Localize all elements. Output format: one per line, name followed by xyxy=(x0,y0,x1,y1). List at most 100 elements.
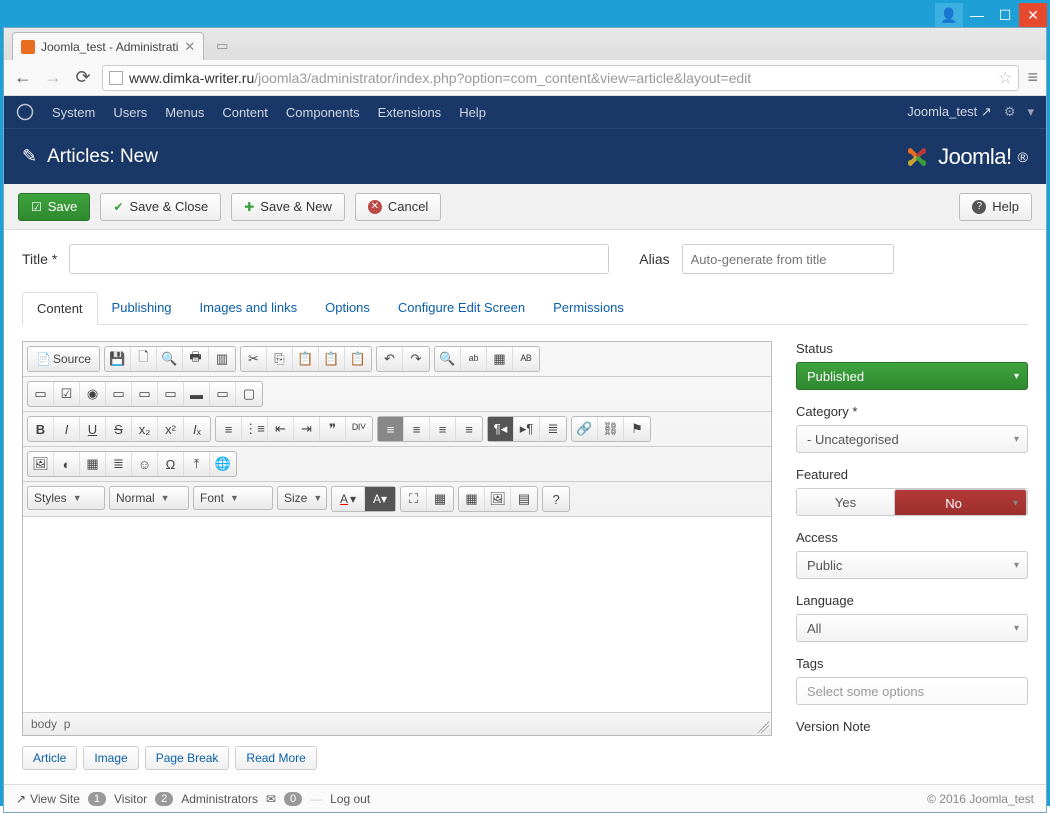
tab-configure-edit[interactable]: Configure Edit Screen xyxy=(384,292,539,324)
editor-replace-icon[interactable]: ᵃᵇ xyxy=(461,347,487,371)
editor-blockquote-icon[interactable]: ❞ xyxy=(320,417,346,441)
editor-flash-icon[interactable]: ◐ xyxy=(54,452,80,476)
editor-rtl-icon[interactable]: ▸¶ xyxy=(514,417,540,441)
editor-button-icon[interactable]: ▬ xyxy=(184,382,210,406)
insert-pagebreak-button[interactable]: Page Break xyxy=(145,746,230,770)
category-select[interactable]: - Uncategorised xyxy=(796,425,1028,453)
editor-cut-icon[interactable]: ✂ xyxy=(241,347,267,371)
editor-paste-text-icon[interactable]: 📋 xyxy=(319,347,345,371)
access-select[interactable]: Public xyxy=(796,551,1028,579)
editor-align-right-icon[interactable]: ≡ xyxy=(430,417,456,441)
tab-content[interactable]: Content xyxy=(22,292,98,325)
editor-select-icon[interactable]: ▭ xyxy=(158,382,184,406)
save-button[interactable]: ☑Save xyxy=(18,193,90,221)
logout-link[interactable]: Log out xyxy=(330,792,370,806)
editor-smiley-icon[interactable]: ☺ xyxy=(132,452,158,476)
tab-images-links[interactable]: Images and links xyxy=(186,292,312,324)
menu-help[interactable]: Help xyxy=(459,105,486,120)
reload-button[interactable]: ⟳ xyxy=(72,67,94,88)
featured-yes[interactable]: Yes xyxy=(797,489,894,515)
editor-align-left-icon[interactable]: ≡ xyxy=(378,417,404,441)
editor-resize-handle[interactable] xyxy=(757,721,769,733)
insert-readmore-button[interactable]: Read More xyxy=(235,746,316,770)
editor-paste-word-icon[interactable]: 📋 xyxy=(345,347,371,371)
editor-hr-icon[interactable]: ≣ xyxy=(106,452,132,476)
view-site-link[interactable]: ↗ View Site xyxy=(16,792,80,806)
menu-system[interactable]: System xyxy=(52,105,95,120)
menu-users[interactable]: Users xyxy=(113,105,147,120)
editor-link-icon[interactable]: 🔗 xyxy=(572,417,598,441)
bookmark-icon[interactable]: ☆ xyxy=(998,68,1012,88)
window-maximize-button[interactable]: ☐ xyxy=(991,3,1019,27)
editor-find-icon[interactable]: 🔍 xyxy=(435,347,461,371)
back-button[interactable]: ← xyxy=(12,67,34,88)
editor-format-select[interactable]: Normal▼ xyxy=(109,486,189,510)
window-user-button[interactable]: 👤 xyxy=(935,3,963,27)
editor-language-icon[interactable]: ≣ xyxy=(540,417,566,441)
tab-publishing[interactable]: Publishing xyxy=(98,292,186,324)
editor-align-center-icon[interactable]: ≡ xyxy=(404,417,430,441)
editor-pagebreak-icon[interactable]: ⤒ xyxy=(184,452,210,476)
menu-content[interactable]: Content xyxy=(222,105,268,120)
editor-content-area[interactable] xyxy=(23,517,771,713)
cancel-button[interactable]: ✕Cancel xyxy=(355,193,441,221)
help-button[interactable]: ?Help xyxy=(959,193,1032,221)
editor-about-icon[interactable]: ? xyxy=(543,487,569,511)
editor-removeformat-icon[interactable]: Iₓ xyxy=(184,417,210,441)
editor-numberlist-icon[interactable]: ≡ xyxy=(216,417,242,441)
title-input[interactable] xyxy=(69,244,609,274)
save-new-button[interactable]: ✚Save & New xyxy=(231,193,345,221)
alias-input[interactable] xyxy=(682,244,894,274)
editor-radio-icon[interactable]: ◉ xyxy=(80,382,106,406)
editor-size-select[interactable]: Size▼ xyxy=(277,486,327,510)
browser-tab[interactable]: Joomla_test - Administrati ✕ xyxy=(12,32,204,60)
editor-iframe-icon[interactable]: 🌐 xyxy=(210,452,236,476)
editor-bulletlist-icon[interactable]: ⋮≡ xyxy=(242,417,268,441)
editor-outdent-icon[interactable]: ⇤ xyxy=(268,417,294,441)
editor-source-button[interactable]: 📄 Source xyxy=(28,347,99,371)
window-minimize-button[interactable]: — xyxy=(963,3,991,27)
editor-italic-icon[interactable]: I xyxy=(54,417,80,441)
editor-textcolor-icon[interactable]: A▾ xyxy=(332,487,365,511)
window-close-button[interactable]: ✕ xyxy=(1019,3,1047,27)
editor-ext1-icon[interactable]: ▦ xyxy=(459,487,485,511)
tags-input[interactable]: Select some options xyxy=(796,677,1028,705)
editor-copy-icon[interactable]: ⎘ xyxy=(267,347,293,371)
editor-redo-icon[interactable]: ↷ xyxy=(403,347,429,371)
new-tab-button[interactable]: ▭ xyxy=(210,36,234,56)
featured-no[interactable]: No xyxy=(894,489,1027,516)
editor-path[interactable]: body p xyxy=(31,717,70,731)
editor-anchor-icon[interactable]: ⚑ xyxy=(624,417,650,441)
url-input[interactable]: www.dimka-writer.ru/joomla3/administrato… xyxy=(102,65,1019,91)
editor-save-icon[interactable]: 💾 xyxy=(105,347,131,371)
editor-ltr-icon[interactable]: ¶◂ xyxy=(488,417,514,441)
menu-components[interactable]: Components xyxy=(286,105,360,120)
editor-styles-select[interactable]: Styles▼ xyxy=(27,486,105,510)
editor-paste-icon[interactable]: 📋 xyxy=(293,347,319,371)
editor-imagebutton-icon[interactable]: ▭ xyxy=(210,382,236,406)
editor-align-justify-icon[interactable]: ≡ xyxy=(456,417,482,441)
editor-textarea-icon[interactable]: ▭ xyxy=(132,382,158,406)
editor-preview-icon[interactable]: 🔍 xyxy=(157,347,183,371)
editor-newpage-icon[interactable]: 🗋 xyxy=(131,347,157,371)
editor-templates-icon[interactable]: ▥ xyxy=(209,347,235,371)
tab-options[interactable]: Options xyxy=(311,292,384,324)
tab-close-icon[interactable]: ✕ xyxy=(184,39,195,55)
menu-extensions[interactable]: Extensions xyxy=(378,105,442,120)
browser-menu-button[interactable]: ≡ xyxy=(1027,67,1038,88)
messages-icon[interactable]: ✉ xyxy=(266,792,276,806)
language-select[interactable]: All xyxy=(796,614,1028,642)
editor-checkbox-icon[interactable]: ☑ xyxy=(54,382,80,406)
editor-div-icon[interactable]: ᴰᴵⱽ xyxy=(346,417,372,441)
insert-image-button[interactable]: Image xyxy=(83,746,138,770)
editor-hidden-icon[interactable]: ▢ xyxy=(236,382,262,406)
editor-bold-icon[interactable]: B xyxy=(28,417,54,441)
editor-showblocks-icon[interactable]: ▦ xyxy=(427,487,453,511)
editor-ext3-icon[interactable]: ▤ xyxy=(511,487,537,511)
editor-print-icon[interactable]: 🖶 xyxy=(183,347,209,371)
gear-icon[interactable]: ⚙ xyxy=(1004,104,1016,120)
editor-ext2-icon[interactable]: 🖼 xyxy=(485,487,511,511)
editor-superscript-icon[interactable]: x² xyxy=(158,417,184,441)
editor-font-select[interactable]: Font▼ xyxy=(193,486,273,510)
editor-undo-icon[interactable]: ↶ xyxy=(377,347,403,371)
